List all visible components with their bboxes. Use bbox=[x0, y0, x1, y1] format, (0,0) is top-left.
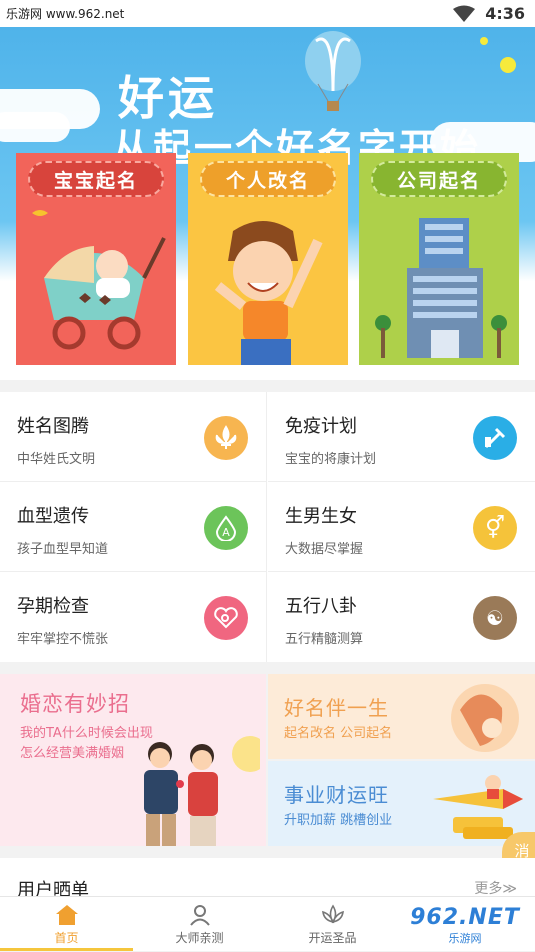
tab-label: 大师亲测 bbox=[175, 930, 224, 945]
bagua-icon: ☯ bbox=[473, 596, 517, 640]
feature-subtitle: 五行精髓测算 bbox=[285, 632, 364, 647]
status-right: 4:36 bbox=[453, 4, 525, 23]
feature-title: 免疫计划 bbox=[285, 416, 357, 437]
hot-air-balloon-icon bbox=[305, 31, 361, 111]
feature-subtitle: 宝宝的将康计划 bbox=[285, 452, 377, 467]
card-personal-rename[interactable]: 个人改名 bbox=[188, 153, 348, 365]
feature-title: 五行八卦 bbox=[285, 596, 357, 617]
office-building-icon bbox=[375, 218, 507, 358]
feature-title: 孕期检查 bbox=[17, 596, 89, 617]
wifi-icon bbox=[453, 5, 476, 22]
home-icon bbox=[55, 904, 78, 925]
tab-home[interactable]: 首页 bbox=[0, 897, 133, 952]
feature-blood-type[interactable]: 血型遗传 孩子血型早知道 A bbox=[0, 482, 267, 572]
feature-bagua[interactable]: 五行八卦 五行精髓测算 ☯ bbox=[268, 572, 535, 662]
card-label: 个人改名 bbox=[200, 161, 336, 197]
site-watermark: 962.NET 乐游网 bbox=[401, 903, 529, 947]
watermark-big: 962.NET bbox=[410, 904, 520, 930]
feature-pregnancy-check[interactable]: 孕期检查 牢牢掌控不慌张 bbox=[0, 572, 267, 662]
promo-naming[interactable]: 好名伴一生 起名改名 公司起名 bbox=[268, 674, 535, 759]
feature-gender[interactable]: 生男生女 大数据尽掌握 ⚥ bbox=[268, 482, 535, 572]
mother-baby-illustration bbox=[451, 684, 519, 752]
blood-type-icon: A bbox=[204, 506, 248, 550]
card-label: 宝宝起名 bbox=[28, 161, 164, 197]
svg-text:A: A bbox=[222, 526, 230, 539]
promo-title: 婚恋有妙招 bbox=[20, 692, 130, 716]
feature-subtitle: 中华姓氏文明 bbox=[17, 452, 96, 467]
card-baby-naming[interactable]: 宝宝起名 bbox=[16, 153, 176, 365]
promo-subtitle: 升职加薪 跳槽创业 bbox=[284, 813, 393, 828]
baby-stroller-icon bbox=[32, 210, 166, 350]
sun-decoration bbox=[480, 37, 488, 45]
vaccine-icon bbox=[473, 416, 517, 460]
watermark-text: 乐游网 www.962.net bbox=[6, 7, 125, 21]
status-time: 4:36 bbox=[485, 4, 525, 23]
hero-banner[interactable]: 好运 从起一个好名字开始 宝宝起名 个人改名 公司起名 bbox=[0, 27, 535, 380]
feature-subtitle: 牢牢掌控不慌张 bbox=[17, 632, 109, 647]
promo-title: 事业财运旺 bbox=[284, 783, 389, 807]
sun-decoration bbox=[500, 57, 516, 73]
cloud-decoration bbox=[0, 112, 70, 142]
card-company-naming[interactable]: 公司起名 bbox=[359, 153, 519, 365]
happy-boy-icon bbox=[214, 221, 323, 365]
reviews-more-link[interactable]: 更多≫ bbox=[474, 878, 517, 898]
tab-label: 首页 bbox=[54, 930, 79, 945]
promo-title: 好名伴一生 bbox=[284, 696, 389, 720]
feature-subtitle: 孩子血型早知道 bbox=[17, 542, 109, 557]
heart-search-icon bbox=[204, 596, 248, 640]
tab-lucky-goods[interactable]: 开运圣品 bbox=[266, 897, 399, 952]
feature-grid: 姓名图腾 中华姓氏文明 免疫计划 宝宝的将康计划 血型遗传 孩子血型早知道 A … bbox=[0, 392, 535, 662]
feature-title: 姓名图腾 bbox=[17, 416, 89, 437]
feature-title: 生男生女 bbox=[285, 506, 357, 527]
tab-label: 开运圣品 bbox=[308, 930, 357, 945]
promo-love[interactable]: 婚恋有妙招 我的TA什么时候会出现 怎么经营美满婚姻 bbox=[0, 674, 266, 846]
master-icon bbox=[189, 904, 210, 926]
promo-subtitle: 起名改名 公司起名 bbox=[284, 726, 393, 741]
reviews-section: 用户晒单 更多≫ bbox=[0, 858, 535, 901]
feature-title: 血型遗传 bbox=[17, 506, 89, 527]
feature-name-totem[interactable]: 姓名图腾 中华姓氏文明 bbox=[0, 392, 267, 482]
rocket-career-illustration bbox=[433, 775, 523, 839]
feature-subtitle: 大数据尽掌握 bbox=[285, 542, 364, 557]
watermark-small: 乐游网 bbox=[448, 931, 482, 945]
fleur-de-lis-icon bbox=[204, 416, 248, 460]
status-bar: 乐游网 www.962.net 4:36 bbox=[0, 0, 535, 27]
lotus-icon bbox=[321, 903, 344, 924]
couple-illustration bbox=[144, 736, 260, 846]
feature-immunization[interactable]: 免疫计划 宝宝的将康计划 bbox=[268, 392, 535, 482]
gender-icon: ⚥ bbox=[473, 506, 517, 550]
tab-master[interactable]: 大师亲测 bbox=[133, 897, 266, 952]
promo-career[interactable]: 事业财运旺 升职加薪 跳槽创业 bbox=[268, 761, 535, 846]
card-label: 公司起名 bbox=[371, 161, 507, 197]
